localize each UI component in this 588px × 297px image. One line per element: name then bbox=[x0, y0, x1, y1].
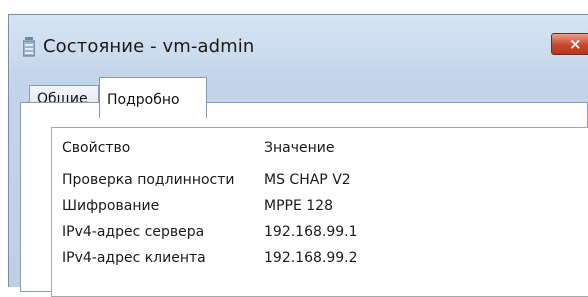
details-list[interactable]: Свойство Значение Проверка подлинности M… bbox=[51, 127, 588, 297]
column-header-value[interactable]: Значение bbox=[264, 140, 334, 156]
tab-label: Подробно bbox=[107, 92, 180, 108]
property-value: 192.168.99.1 bbox=[264, 224, 358, 240]
close-icon: × bbox=[569, 35, 582, 53]
column-header-property[interactable]: Свойство bbox=[62, 140, 130, 156]
title-bar[interactable]: Состояние - vm-admin × bbox=[9, 15, 588, 71]
tab-details[interactable]: Подробно bbox=[99, 77, 207, 118]
tab-panel-details: Свойство Значение Проверка подлинности M… bbox=[20, 102, 588, 297]
close-button[interactable]: × bbox=[551, 33, 588, 55]
property-value: MS CHAP V2 bbox=[264, 172, 351, 188]
property-value: 192.168.99.2 bbox=[264, 250, 358, 266]
window-title: Состояние - vm-admin bbox=[43, 36, 255, 57]
details-row[interactable]: IPv4-адрес клиента 192.168.99.2 bbox=[52, 250, 588, 272]
network-connection-icon bbox=[23, 37, 35, 57]
property-name: Проверка подлинности bbox=[62, 172, 235, 188]
property-name: IPv4-адрес клиента bbox=[62, 250, 206, 266]
details-row[interactable]: IPv4-адрес сервера 192.168.99.1 bbox=[52, 224, 588, 246]
property-value: MPPE 128 bbox=[264, 198, 333, 214]
property-name: Шифрование bbox=[62, 198, 160, 214]
details-row[interactable]: Проверка подлинности MS CHAP V2 bbox=[52, 172, 588, 194]
property-name: IPv4-адрес сервера bbox=[62, 224, 205, 240]
details-header-row: Свойство Значение bbox=[52, 140, 588, 162]
details-row[interactable]: Шифрование MPPE 128 bbox=[52, 198, 588, 220]
